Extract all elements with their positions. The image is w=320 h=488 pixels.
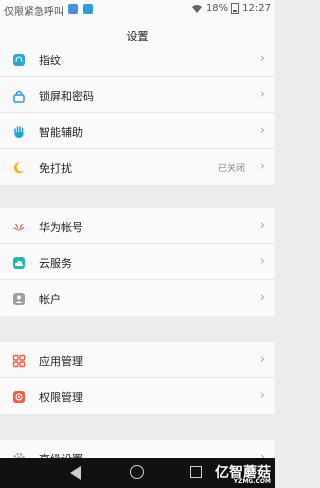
settings-row[interactable]: 帐户 › — [0, 280, 275, 316]
settings-row-label: 云服务 — [39, 257, 72, 270]
watermark-subtext: YZMG.COM — [233, 478, 271, 485]
back-icon[interactable] — [70, 466, 81, 480]
person-icon — [12, 291, 26, 305]
lock-icon — [12, 88, 26, 103]
wifi-icon — [191, 4, 202, 13]
settings-row-label: 指纹 — [39, 54, 61, 67]
settings-group-accounts: 华为帐号 › 云服务 › 帐户 › — [0, 208, 275, 316]
notification-app-icon — [83, 4, 93, 14]
settings-row-label: 智能辅助 — [39, 126, 83, 139]
clock: 12:27 — [242, 3, 271, 14]
settings-row[interactable]: 应用管理 › — [0, 342, 275, 378]
chevron-right-icon: › — [259, 218, 265, 233]
chevron-right-icon: › — [259, 290, 265, 305]
recents-icon[interactable] — [190, 466, 202, 478]
cloud-icon — [12, 255, 26, 269]
chevron-right-icon: › — [259, 159, 265, 174]
settings-row[interactable]: 云服务 › — [0, 244, 275, 280]
chevron-right-icon: › — [259, 87, 265, 102]
carrier-text: 仅限紧急呼叫 — [4, 7, 64, 18]
settings-row[interactable]: 免打扰 已关闭 › — [0, 149, 275, 185]
settings-row[interactable]: 锁屏和密码 › — [0, 77, 275, 113]
settings-group-apps: 应用管理 › 权限管理 › — [0, 342, 275, 414]
chevron-right-icon: › — [259, 123, 265, 138]
settings-row-label: 华为帐号 — [39, 221, 83, 234]
settings-row[interactable]: 智能辅助 › — [0, 113, 275, 149]
settings-row-value: 已关闭 — [217, 164, 245, 174]
settings-group-security: 指纹 › 锁屏和密码 › 智能辅助 › 免打扰 已关闭 › — [0, 41, 275, 185]
settings-row[interactable]: 华为帐号 › — [0, 208, 275, 244]
hand-icon — [12, 124, 26, 138]
settings-row-label: 应用管理 — [39, 355, 83, 368]
chevron-right-icon: › — [259, 51, 265, 66]
apps-icon — [12, 353, 26, 368]
notification-app-icon — [68, 4, 78, 14]
huawei-icon — [12, 219, 26, 233]
chevron-right-icon: › — [259, 352, 265, 367]
settings-row[interactable]: 指纹 › — [0, 41, 275, 77]
fingerprint-icon — [12, 52, 26, 66]
settings-row[interactable]: 权限管理 › — [0, 378, 275, 414]
moon-icon — [12, 160, 26, 174]
chevron-right-icon: › — [259, 388, 265, 403]
status-right: 18% 12:27 — [191, 3, 271, 14]
settings-row-label: 帐户 — [39, 293, 61, 306]
settings-row-label: 免打扰 — [39, 162, 72, 175]
battery-icon — [231, 3, 240, 14]
status-bar: 仅限紧急呼叫 18% 12:27 — [0, 0, 275, 19]
settings-row-label: 权限管理 — [39, 391, 83, 404]
battery-percent: 18% — [205, 3, 229, 14]
watermark-logo: 亿智蘑菇 YZMG.COM — [215, 462, 271, 485]
permission-icon — [12, 389, 26, 403]
settings-row-label: 锁屏和密码 — [39, 90, 94, 103]
chevron-right-icon: › — [259, 254, 265, 269]
home-icon[interactable] — [130, 465, 144, 479]
